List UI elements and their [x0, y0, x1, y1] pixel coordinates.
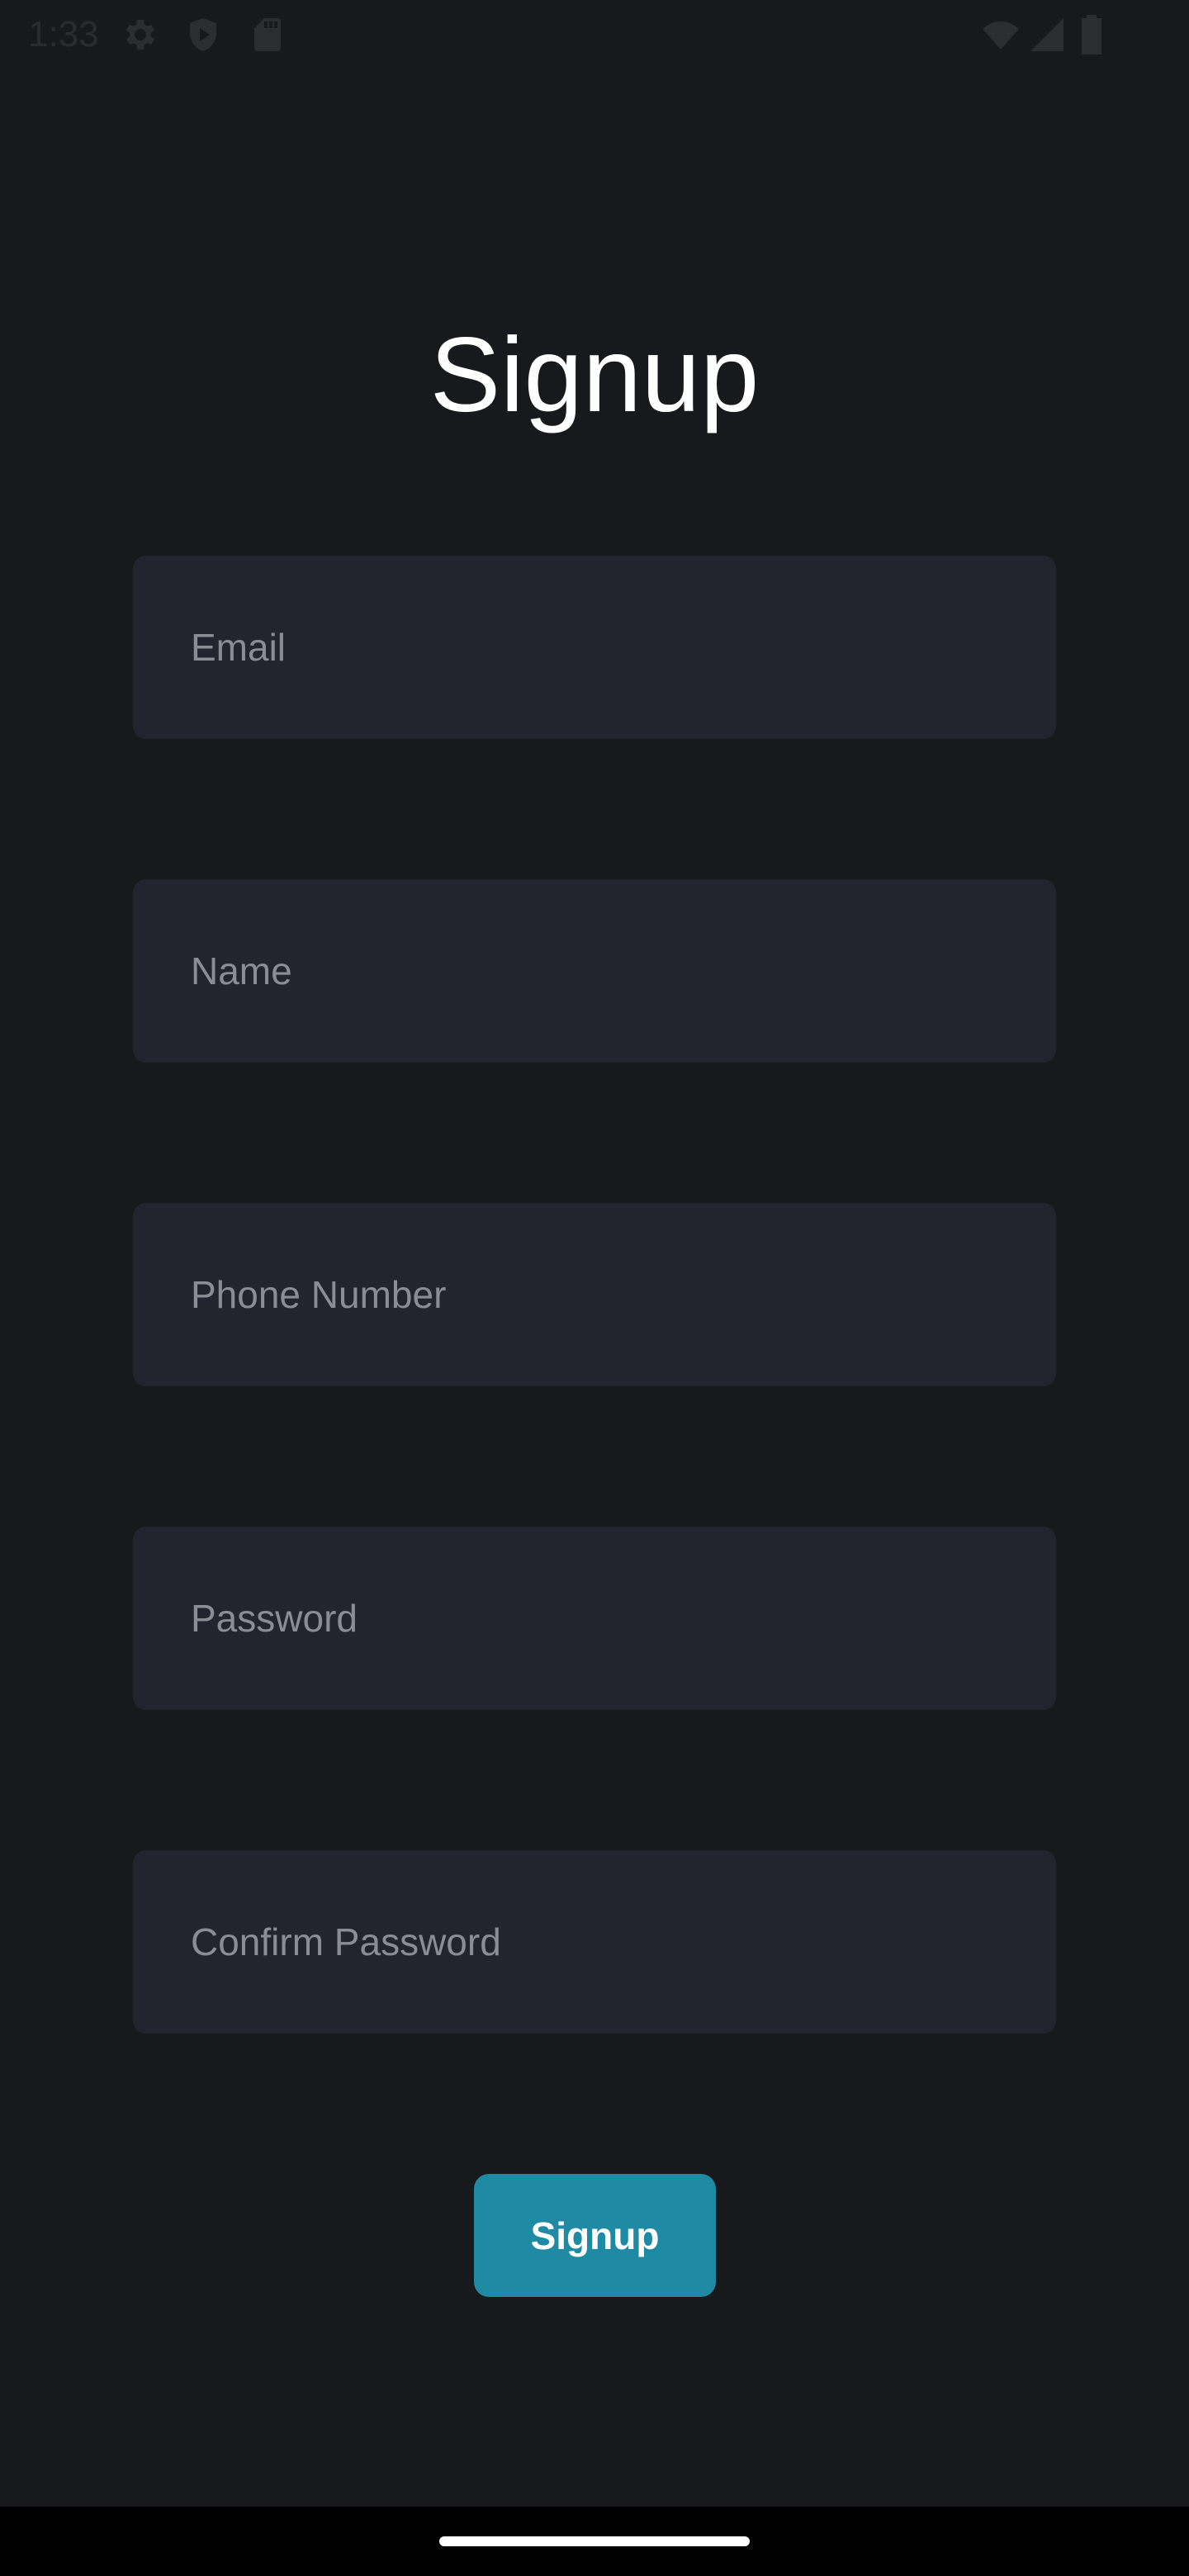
name-input[interactable]	[191, 949, 1056, 993]
settings-icon	[119, 15, 159, 54]
confirm-password-input[interactable]	[191, 1920, 1056, 1964]
email-input[interactable]	[191, 625, 1056, 670]
password-input[interactable]	[191, 1596, 1056, 1641]
play-protect-icon	[183, 15, 223, 54]
wifi-icon	[981, 15, 1021, 54]
home-indicator[interactable]	[439, 2536, 750, 2546]
phone-number-field[interactable]	[133, 1203, 1056, 1386]
name-field[interactable]	[133, 879, 1056, 1063]
status-bar: 1:33	[0, 0, 1189, 69]
page-title: Signup	[429, 316, 760, 434]
battery-icon	[1077, 15, 1106, 54]
email-field[interactable]	[133, 556, 1056, 739]
password-field[interactable]	[133, 1527, 1056, 1710]
status-time: 1:33	[28, 14, 99, 54]
phone-number-input[interactable]	[191, 1272, 1056, 1317]
signal-icon	[1027, 15, 1067, 54]
navigation-bar	[0, 2507, 1189, 2576]
sd-card-icon	[248, 15, 287, 54]
signup-button[interactable]: Signup	[474, 2174, 716, 2297]
confirm-password-field[interactable]	[133, 1850, 1056, 2034]
